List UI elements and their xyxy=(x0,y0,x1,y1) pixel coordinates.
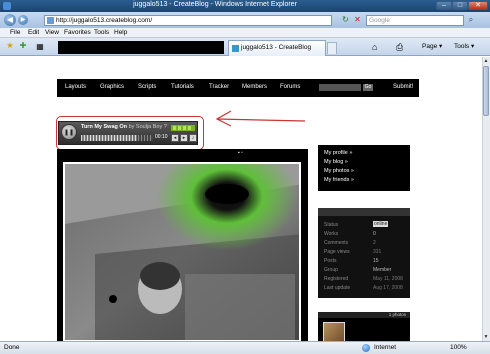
address-url: http://juggalo513.createblog.com/ xyxy=(56,17,153,24)
song-title: Turn My Swag On xyxy=(81,124,128,130)
tools-menu-button[interactable]: Tools ▾ xyxy=(454,42,474,52)
nav-graphics[interactable]: Graphics xyxy=(100,84,124,90)
add-favorites-icon[interactable]: ✚ xyxy=(17,41,29,52)
stat-label: Works xyxy=(324,231,339,237)
progress-fill xyxy=(81,135,137,141)
stat-value: 15 xyxy=(373,258,379,264)
scroll-down-icon[interactable]: ▼ xyxy=(482,333,490,341)
tab-active[interactable]: juggalo513 - CreateBlog xyxy=(228,40,326,56)
nav-layouts[interactable]: Layouts xyxy=(65,84,86,90)
favorites-star-icon[interactable]: ★ xyxy=(4,41,16,52)
song-artist: Soulja Boy ? xyxy=(135,124,167,130)
prev-track-button[interactable]: ◂ xyxy=(171,134,179,142)
status-text: Done xyxy=(4,344,20,351)
tab-label: juggalo513 - CreateBlog xyxy=(241,44,312,51)
zone-label: Internet xyxy=(374,344,397,351)
menu-help[interactable]: Help xyxy=(114,29,127,36)
content-window-icons[interactable]: ▪ ▫ xyxy=(238,150,243,156)
minimize-button[interactable]: – xyxy=(436,1,452,10)
site-favicon-icon xyxy=(232,45,239,52)
print-icon[interactable]: ⎙ xyxy=(396,42,403,52)
zoom-level[interactable]: 100% xyxy=(450,344,467,351)
stat-label: Comments xyxy=(324,240,349,246)
status-online-badge: online xyxy=(373,221,389,227)
menu-favorites[interactable]: Favorites xyxy=(64,29,91,36)
address-input[interactable]: http://juggalo513.createblog.com/ xyxy=(44,15,332,26)
stat-value: Member xyxy=(373,267,392,273)
scroll-up-icon[interactable]: ▲ xyxy=(482,57,490,65)
stat-label: Group xyxy=(324,267,338,273)
stat-label: Status xyxy=(324,222,339,228)
maximize-button[interactable]: □ xyxy=(452,1,468,10)
stat-label: Posts xyxy=(324,258,337,264)
annotation-arrow xyxy=(215,110,306,127)
new-tab-button[interactable] xyxy=(327,42,337,54)
search-icon[interactable]: ⌕ xyxy=(465,15,477,26)
sidebar-link-blog[interactable]: My blog » xyxy=(324,159,348,165)
page-menu-button[interactable]: Page ▾ xyxy=(422,42,442,52)
title-bar: juggalo513 - CreateBlog - Windows Intern… xyxy=(0,0,490,12)
stat-value: 2 xyxy=(373,240,376,246)
pause-button[interactable]: ❚❚ xyxy=(61,124,77,140)
site-search-go-button[interactable]: Go xyxy=(363,84,373,91)
stat-value: 0 xyxy=(373,231,376,237)
close-button[interactable]: ✕ xyxy=(468,1,488,10)
nav-tutorials[interactable]: Tutorials xyxy=(171,84,194,90)
stat-label: Page views xyxy=(324,249,350,255)
site-nav-bar: Layouts Graphics Scripts Tutorials Track… xyxy=(57,79,419,97)
stat-label: Last update xyxy=(324,285,351,291)
nav-scripts[interactable]: Scripts xyxy=(138,84,156,90)
back-button[interactable]: ◀ xyxy=(4,14,16,26)
song-info: Turn My Swag On by Soulja Boy ? xyxy=(81,124,167,130)
stat-label: Registered xyxy=(324,276,349,282)
menu-file[interactable]: File xyxy=(10,29,20,36)
stop-button[interactable]: ✕ xyxy=(352,15,363,25)
next-track-button[interactable]: ▸ xyxy=(180,134,188,142)
internet-zone-icon xyxy=(362,344,370,352)
refresh-button[interactable]: ↻ xyxy=(340,15,351,25)
nav-forums[interactable]: Forums xyxy=(280,84,300,90)
stats-header-bar xyxy=(318,208,410,216)
redacted-bar xyxy=(58,41,224,54)
photos-panel: 1 photos xyxy=(318,312,410,341)
photo-thumbnail[interactable] xyxy=(323,322,345,341)
search-input[interactable]: Google xyxy=(366,15,464,26)
sidebar-link-friends[interactable]: My friends » xyxy=(324,177,354,183)
site-search-input[interactable] xyxy=(319,84,361,91)
page-viewport: Layouts Graphics Scripts Tutorials Track… xyxy=(0,57,482,341)
menu-bar: File Edit View Favorites Tools Help xyxy=(0,28,490,38)
music-player: ❚❚ Turn My Swag On by Soulja Boy ? 00:10… xyxy=(58,121,198,145)
stat-value: Aug 17, 2008 xyxy=(373,285,403,291)
forward-button[interactable]: ▶ xyxy=(18,15,28,25)
nav-tracker[interactable]: Tracker xyxy=(209,84,229,90)
song-artist-prefix: by xyxy=(128,124,135,130)
page-icon xyxy=(47,16,54,24)
tabs-toolbar: ★ ✚ ▦ juggalo513 - CreateBlog ⌂ ⎙ Page ▾… xyxy=(0,38,490,56)
quick-tabs-icon[interactable]: ▦ xyxy=(33,42,47,52)
profile-stats-panel: Status online Works 0 Comments 2 Page vi… xyxy=(318,208,410,298)
sidebar-link-photos[interactable]: My photos » xyxy=(324,168,354,174)
nav-members[interactable]: Members xyxy=(242,84,267,90)
scroll-thumb[interactable] xyxy=(483,66,489,116)
submit-link[interactable]: Submit! xyxy=(393,84,413,90)
sidebar-link-profile[interactable]: My profile » xyxy=(324,150,352,156)
menu-edit[interactable]: Edit xyxy=(28,29,39,36)
volume-button[interactable]: ♪ xyxy=(189,134,197,142)
photo-image xyxy=(65,164,299,340)
home-icon[interactable]: ⌂ xyxy=(372,42,377,52)
elapsed-time: 00:10 xyxy=(155,134,168,140)
photos-header: 1 photos xyxy=(318,312,410,318)
sidebar-links-panel: My profile » My blog » My photos » My fr… xyxy=(318,145,410,191)
equalizer-icon xyxy=(171,125,195,131)
address-toolbar: ◀ ▶ http://juggalo513.createblog.com/ ↻ … xyxy=(0,12,490,28)
window-title: juggalo513 - CreateBlog - Windows Intern… xyxy=(133,1,297,8)
menu-tools[interactable]: Tools xyxy=(94,29,109,36)
menu-view[interactable]: View xyxy=(45,29,59,36)
status-bar: Done Internet 100% xyxy=(0,341,490,354)
stat-value: May 11, 2008 xyxy=(373,276,403,282)
profile-photo xyxy=(63,162,301,341)
stat-value: 331 xyxy=(373,249,382,255)
